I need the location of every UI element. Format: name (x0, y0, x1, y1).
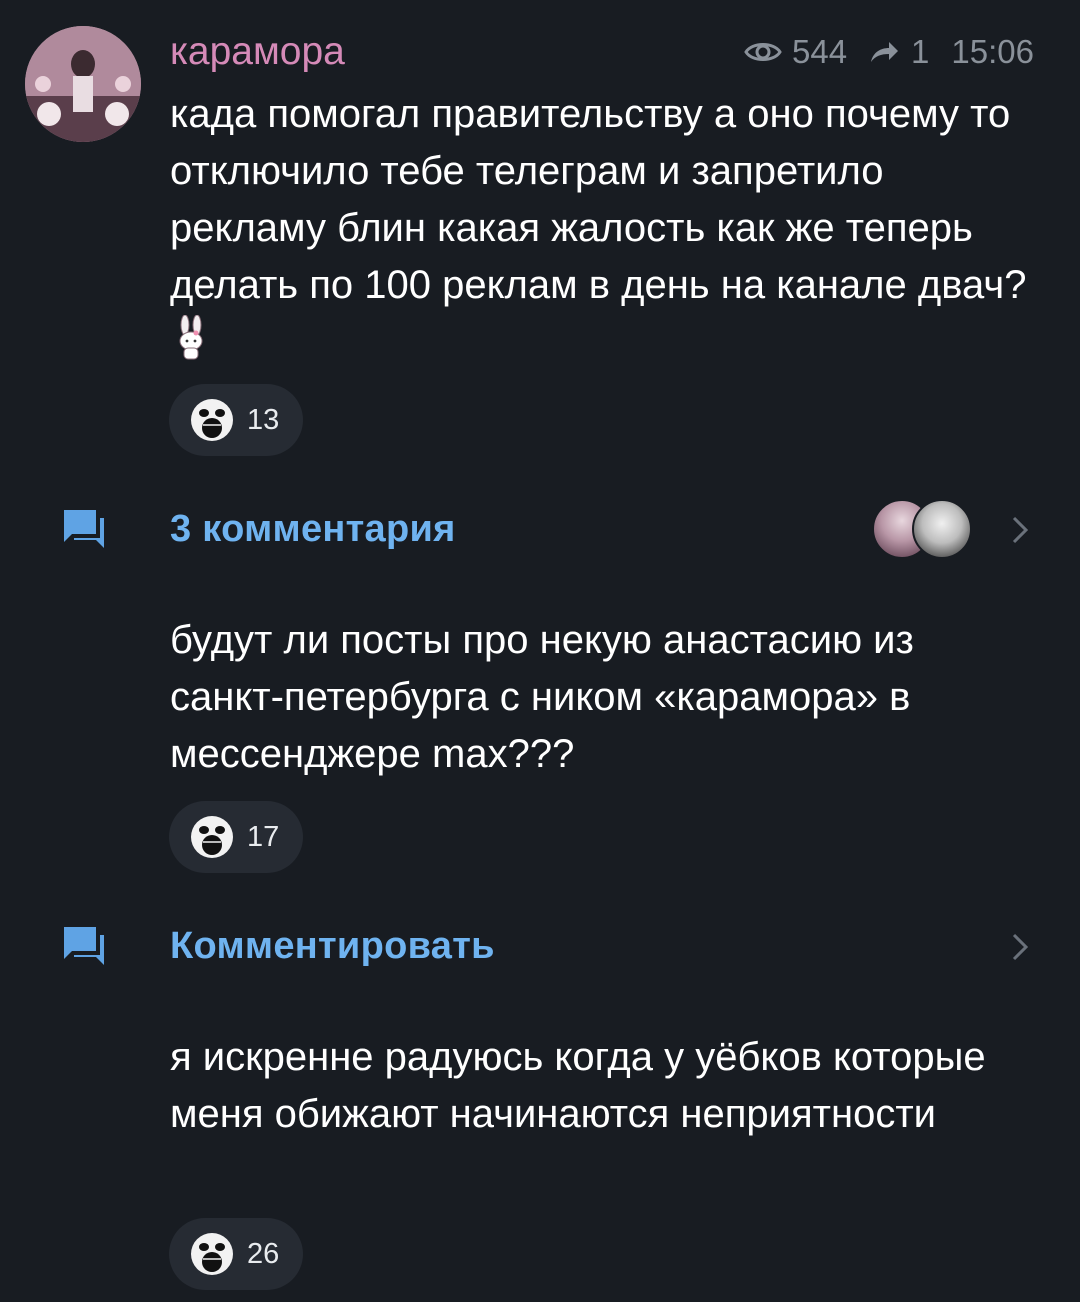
commenter-avatars (872, 499, 972, 559)
reaction-count: 13 (247, 403, 280, 436)
chevron-right-icon (1012, 933, 1029, 961)
views-eye-icon (744, 43, 782, 61)
reaction-button[interactable]: 13 (169, 384, 303, 456)
comment-label[interactable]: Комментировать (170, 925, 495, 968)
comment-button[interactable]: Комментировать (0, 911, 1080, 981)
channel-avatar[interactable] (25, 26, 141, 142)
channel-author[interactable]: карамора (170, 26, 345, 78)
screaming-face-icon (191, 1233, 233, 1275)
post-text-body: када помогал правительству а оно почему … (170, 92, 1027, 307)
reaction-button[interactable]: 26 (169, 1218, 303, 1290)
rabbit-sticker-emoji (176, 314, 206, 377)
shares-count: 1 (911, 33, 930, 70)
share-arrow-icon (871, 42, 899, 62)
post-text: када помогал правительству а оно почему … (170, 86, 1030, 377)
post-text: я искренне радуюсь когда у уёбков которы… (170, 1035, 997, 1136)
post-time: 15:06 (951, 33, 1034, 70)
chevron-right-icon (1012, 516, 1029, 544)
commenter-avatar (912, 499, 972, 559)
reaction-button[interactable]: 17 (169, 801, 303, 873)
post-meta: 544 1 15:06 (744, 30, 1034, 74)
reaction-count: 26 (247, 1237, 280, 1270)
screaming-face-icon (191, 399, 233, 441)
comment-icon (64, 510, 104, 548)
reaction-count: 17 (247, 820, 280, 853)
screaming-face-icon (191, 816, 233, 858)
post-text: будут ли посты про некую анастасию из са… (170, 618, 925, 776)
views-count: 544 (791, 33, 848, 70)
comments-button[interactable]: 3 комментария (0, 494, 1080, 564)
comments-count-label[interactable]: 3 комментария (170, 508, 456, 551)
comment-icon (64, 927, 104, 965)
